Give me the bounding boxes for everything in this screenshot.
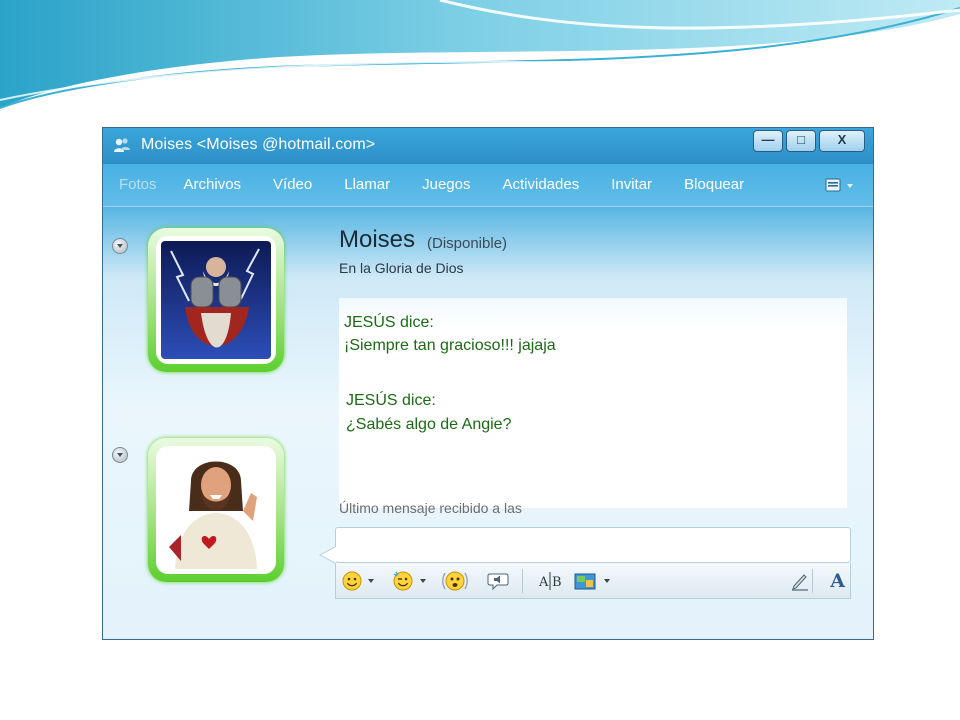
message-sender: JESÚS dice: — [344, 314, 434, 331]
contact-personal-message: En la Gloria de Dios — [339, 260, 464, 276]
window-title: Moises <Moises @hotmail.com> — [141, 136, 376, 153]
emoticon-chevron-down-icon[interactable] — [368, 579, 374, 583]
message-text: ¡Siempre tan gracioso!!! jajaja — [344, 337, 556, 354]
wink-icon[interactable] — [392, 571, 414, 591]
menu-bar: Fotos Archivos Vídeo Llamar Juegos Activ… — [103, 164, 873, 207]
toolbar-separator — [812, 569, 813, 593]
voice-clip-icon[interactable] — [487, 571, 509, 591]
menu-options-icon[interactable] — [825, 177, 857, 195]
svg-text:B: B — [552, 575, 562, 590]
wink-chevron-down-icon[interactable] — [420, 579, 426, 583]
own-display-picture[interactable] — [148, 438, 284, 582]
contact-status: (Disponible) — [427, 235, 508, 252]
message-input[interactable] — [335, 527, 851, 563]
header-swoosh — [0, 0, 960, 109]
compose-toolbar: A B A — [335, 563, 851, 599]
emoticon-icon[interactable] — [342, 571, 362, 591]
menu-item-bloquear[interactable]: Bloquear — [684, 176, 744, 193]
menu-item-llamar[interactable]: Llamar — [344, 176, 390, 193]
title-bar: Moises <Moises @hotmail.com> — □ X — [103, 128, 873, 164]
minimize-icon: — — [761, 132, 775, 147]
maximize-icon: □ — [797, 132, 805, 147]
menu-item-actividades[interactable]: Actividades — [502, 176, 579, 193]
minimize-button[interactable]: — — [753, 130, 783, 152]
font-icon[interactable]: A — [830, 570, 845, 592]
app-icon — [114, 138, 130, 152]
menu-item-juegos[interactable]: Juegos — [422, 176, 470, 193]
jesus-avatar-image — [161, 451, 271, 569]
svg-text:A: A — [539, 575, 549, 590]
messenger-window: Moises <Moises @hotmail.com> — □ X Fotos… — [102, 127, 874, 640]
toolbar-separator — [522, 569, 523, 593]
spellcheck-icon[interactable]: A B — [539, 571, 563, 591]
handwriting-icon[interactable] — [790, 571, 810, 591]
contact-name: Moises — [339, 226, 416, 253]
input-bubble-tail-inner — [321, 547, 336, 563]
menu-item-video[interactable]: Vídeo — [273, 176, 312, 193]
nudge-icon[interactable] — [442, 569, 468, 593]
collapse-own-picture-icon[interactable] — [112, 447, 128, 463]
background-icon[interactable] — [574, 571, 598, 591]
menu-item-fotos: Fotos — [119, 176, 157, 193]
menu-item-archivos[interactable]: Archivos — [184, 176, 242, 193]
message-text: ¿Sabés algo de Angie? — [346, 416, 512, 433]
collapse-contact-picture-icon[interactable] — [112, 238, 128, 254]
moses-avatar-image — [161, 241, 271, 359]
contact-display-picture[interactable] — [148, 228, 284, 372]
last-message-status: Último mensaje recibido a las — [339, 500, 522, 516]
menu-item-invitar[interactable]: Invitar — [611, 176, 652, 193]
message-sender: JESÚS dice: — [346, 392, 436, 409]
close-icon: X — [837, 132, 847, 147]
maximize-button[interactable]: □ — [786, 130, 816, 152]
close-button[interactable]: X — [819, 130, 865, 152]
background-chevron-down-icon[interactable] — [604, 579, 610, 583]
